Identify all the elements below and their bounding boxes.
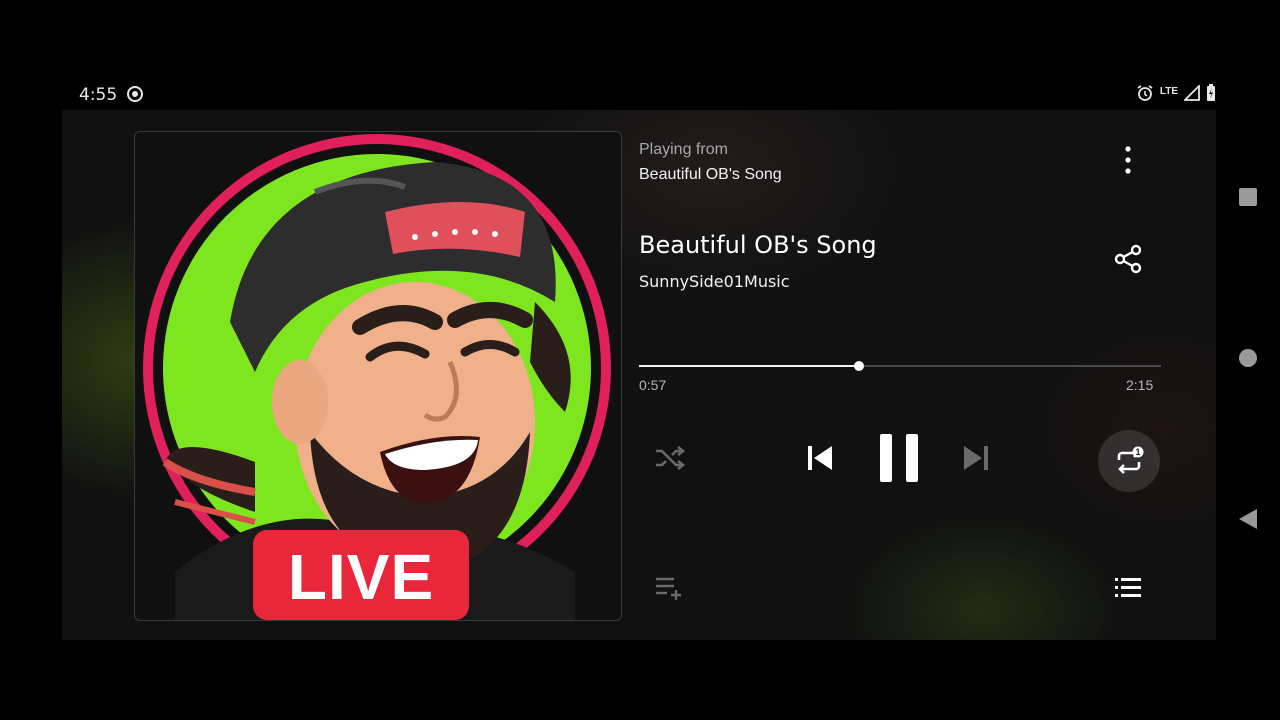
playlist-add-icon — [654, 575, 684, 606]
repeat-one-icon: 1 — [1114, 446, 1144, 476]
share-icon — [1113, 244, 1143, 279]
queue-button[interactable] — [1112, 574, 1144, 606]
skip-previous-icon — [806, 445, 834, 476]
repeat-button[interactable]: 1 — [1098, 430, 1160, 492]
more-vert-icon — [1125, 145, 1131, 179]
playing-from-label: Playing from — [639, 141, 728, 158]
navigation-bar — [1216, 0, 1280, 720]
battery-charging-icon — [1206, 84, 1216, 107]
progress-fill — [639, 365, 860, 367]
back-icon — [1238, 508, 1258, 535]
next-button[interactable] — [958, 442, 994, 478]
progress-bar[interactable] — [639, 361, 1161, 371]
now-playing-panel: LIVE Playing from Beautiful OB's Song Be… — [62, 110, 1216, 640]
elapsed-time: 0:57 — [639, 377, 667, 393]
playlist-name[interactable]: Beautiful OB's Song — [639, 166, 782, 184]
home-icon — [1238, 348, 1258, 373]
repeat-mode-badge: 1 — [1135, 447, 1141, 457]
status-bar: 4:55 LTE — [0, 80, 1216, 108]
share-button[interactable] — [1112, 244, 1144, 279]
shuffle-icon — [654, 445, 686, 476]
album-artwork: LIVE — [134, 131, 622, 621]
screen-record-icon — [126, 85, 144, 108]
queue-list-icon — [1115, 577, 1141, 604]
recents-icon — [1238, 187, 1258, 212]
status-icons: LTE — [1136, 83, 1216, 107]
more-options-button[interactable] — [1114, 144, 1142, 180]
total-time: 2:15 — [1126, 377, 1154, 393]
pause-icon — [880, 433, 918, 487]
recents-button[interactable] — [1236, 187, 1260, 211]
home-button[interactable] — [1236, 348, 1260, 372]
previous-button[interactable] — [802, 442, 838, 478]
song-title: Beautiful OB's Song — [639, 231, 877, 259]
add-to-queue-button[interactable] — [652, 574, 686, 606]
signal-icon — [1182, 83, 1200, 106]
alarm-icon — [1136, 84, 1154, 107]
artist-name[interactable]: SunnySide01Music — [639, 272, 790, 291]
skip-next-icon — [962, 445, 990, 476]
network-type: LTE — [1159, 86, 1178, 97]
progress-thumb[interactable] — [854, 361, 865, 371]
shuffle-button[interactable] — [652, 444, 688, 476]
back-button[interactable] — [1236, 508, 1260, 535]
live-badge-text: LIVE — [287, 541, 435, 613]
status-time: 4:55 — [79, 85, 118, 105]
pause-button[interactable] — [874, 432, 924, 488]
